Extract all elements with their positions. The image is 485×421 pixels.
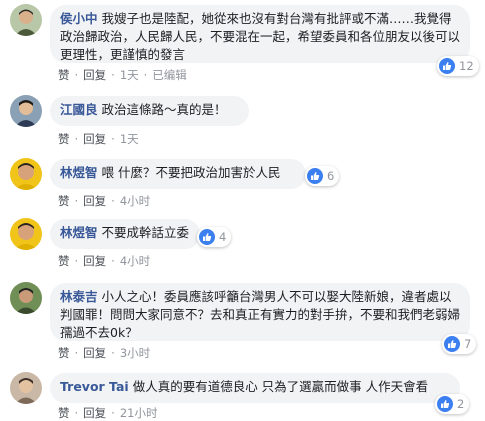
reaction-count[interactable]: 2 bbox=[435, 394, 470, 414]
thumbs-up-icon bbox=[437, 396, 453, 412]
comment-time[interactable]: 3小时 bbox=[120, 346, 150, 360]
like-button[interactable]: 赞 bbox=[58, 194, 70, 208]
like-button[interactable]: 赞 bbox=[58, 254, 70, 268]
reaction-count[interactable]: 4 bbox=[197, 227, 232, 247]
thumbs-up-icon bbox=[307, 168, 323, 184]
comment-text: 喂 什麼？不要把政治加害於人民 bbox=[101, 165, 281, 180]
comment-author[interactable]: 林泰吉 bbox=[60, 289, 98, 304]
comment-text: 做人真的要有道德良心 只為了選贏而做事 人作天會看 bbox=[132, 379, 429, 394]
reply-button[interactable]: 回复 bbox=[83, 194, 106, 208]
comment-author[interactable]: 林煜智 bbox=[60, 165, 98, 180]
comment-bubble: 江國良 政治這條路～真的是！ bbox=[50, 96, 249, 126]
comment-text: 不要成幹話立委 bbox=[101, 225, 190, 240]
reply-button[interactable]: 回复 bbox=[83, 254, 106, 268]
reply-button[interactable]: 回复 bbox=[83, 346, 106, 360]
reaction-count[interactable]: 6 bbox=[305, 166, 340, 186]
like-button[interactable]: 赞 bbox=[58, 346, 70, 360]
reaction-count[interactable]: 7 bbox=[442, 334, 477, 354]
comment-bubble: 侯小中 我嫂子也是陸配，她從來也沒有對台灣有批評或不滿……我覺得政治歸政治，人民歸… bbox=[50, 5, 470, 63]
avatar[interactable] bbox=[10, 372, 42, 404]
avatar[interactable] bbox=[10, 4, 42, 36]
avatar[interactable] bbox=[10, 282, 42, 314]
reply-button[interactable]: 回复 bbox=[83, 406, 106, 420]
like-button[interactable]: 赞 bbox=[58, 132, 70, 146]
like-button[interactable]: 赞 bbox=[58, 68, 70, 82]
comment-actions: 赞 · 回复 · 4小时 bbox=[58, 254, 151, 268]
comment-author[interactable]: 侯小中 bbox=[60, 11, 98, 26]
reaction-number: 7 bbox=[464, 337, 472, 351]
avatar[interactable] bbox=[10, 158, 42, 190]
comment-actions: 赞 · 回复 · 4小时 bbox=[58, 194, 151, 208]
comment-bubble: 林煜智喂 什麼？不要把政治加害於人民 bbox=[50, 159, 306, 189]
thumbs-up-icon bbox=[439, 58, 455, 74]
comment-actions: 赞 · 回复 · 21小时 bbox=[58, 406, 158, 420]
reaction-number: 4 bbox=[219, 230, 227, 244]
like-button[interactable]: 赞 bbox=[58, 406, 70, 420]
reaction-number: 12 bbox=[459, 59, 474, 73]
comment-text: 我嫂子也是陸配，她從來也沒有對台灣有批評或不滿……我覺得政治歸政治，人民歸人民，… bbox=[60, 11, 461, 62]
comment-actions: 赞 · 回复 · 1天 bbox=[58, 132, 139, 146]
comment-bubble: 林泰吉 小人之心！委員應該呼籲台灣男人不可以娶大陸新娘，違者處以判國罪！問問大家同… bbox=[50, 283, 470, 341]
comment-bubble: Trevor Tai 做人真的要有道德良心 只為了選贏而做事 人作天會看 bbox=[50, 373, 460, 403]
comment-actions: 赞 · 回复 · 1天 · 已编辑 bbox=[58, 68, 187, 82]
comment-author[interactable]: 林煜智 bbox=[60, 225, 98, 240]
comment-text: 政治這條路～真的是！ bbox=[101, 102, 227, 117]
comment-time[interactable]: 21小时 bbox=[120, 406, 158, 420]
reaction-count[interactable]: 12 bbox=[437, 56, 479, 76]
comment-text: 小人之心！委員應該呼籲台灣男人不可以娶大陸新娘，違者處以判國罪！問問大家同意不？… bbox=[60, 289, 461, 340]
comment-actions: 赞 · 回复 · 3小时 bbox=[58, 346, 151, 360]
thumbs-up-icon bbox=[199, 229, 215, 245]
reply-button[interactable]: 回复 bbox=[83, 68, 106, 82]
comment-time[interactable]: 1天 bbox=[120, 68, 139, 82]
comment-author[interactable]: Trevor Tai bbox=[60, 379, 129, 394]
comment-time[interactable]: 1天 bbox=[120, 132, 139, 146]
reply-button[interactable]: 回复 bbox=[83, 132, 106, 146]
edited-label[interactable]: 已编辑 bbox=[152, 68, 187, 82]
comment-bubble: 林煜智 不要成幹話立委 bbox=[50, 219, 200, 249]
reaction-number: 6 bbox=[327, 169, 335, 183]
comment-author[interactable]: 江國良 bbox=[60, 102, 98, 117]
avatar[interactable] bbox=[10, 218, 42, 250]
comment-time[interactable]: 4小时 bbox=[120, 254, 150, 268]
comment-time[interactable]: 4小时 bbox=[120, 194, 150, 208]
avatar[interactable] bbox=[10, 95, 42, 127]
reaction-number: 2 bbox=[457, 397, 465, 411]
thumbs-up-icon bbox=[444, 336, 460, 352]
